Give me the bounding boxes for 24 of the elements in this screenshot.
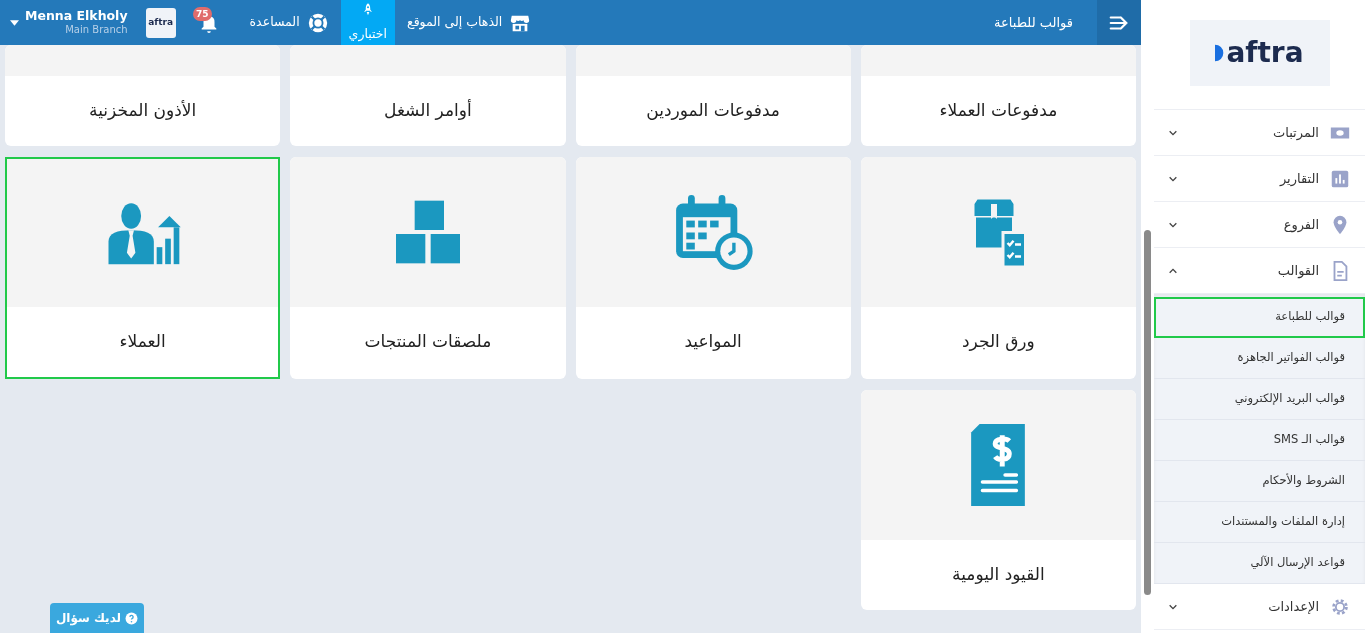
template-card[interactable]: الأذون المخزنية bbox=[5, 45, 281, 146]
template-card[interactable]: مدفوعات العملاء bbox=[860, 45, 1136, 146]
template-card[interactable]: مدفوعات الموردين bbox=[575, 45, 851, 146]
user-menu[interactable]: Menna Elkholy Main Branch bbox=[0, 0, 134, 45]
header-link[interactable]: المساعدة bbox=[237, 0, 341, 45]
template-card[interactable]: العملاء bbox=[5, 157, 281, 379]
lifebuoy-icon bbox=[306, 11, 329, 34]
template-card[interactable]: القيود اليومية bbox=[860, 390, 1136, 610]
company-logo: aftra bbox=[145, 7, 176, 38]
logo-mark-icon bbox=[1215, 43, 1226, 63]
template-card[interactable]: أوامر الشغل bbox=[290, 45, 566, 146]
sidebar-item[interactable]: المرتبات bbox=[1154, 110, 1365, 156]
sidebar-item[interactable]: التقارير bbox=[1154, 156, 1365, 202]
notification-badge: 75 bbox=[193, 7, 212, 21]
dollar-document-icon bbox=[969, 424, 1028, 506]
collapse-sidebar-button[interactable] bbox=[1097, 0, 1141, 45]
question-icon bbox=[125, 611, 139, 625]
template-card[interactable]: ورق الجرد bbox=[860, 157, 1136, 379]
caret-icon bbox=[10, 19, 19, 26]
template-card[interactable]: ملصقات المنتجات bbox=[290, 157, 566, 379]
page-title: قوالب للطباعة bbox=[994, 13, 1073, 33]
company-logo: aftra bbox=[1189, 20, 1330, 86]
template-card[interactable]: المواعيد bbox=[575, 157, 851, 379]
sidebar-subitem[interactable]: قوالب للطباعة bbox=[1154, 297, 1365, 338]
